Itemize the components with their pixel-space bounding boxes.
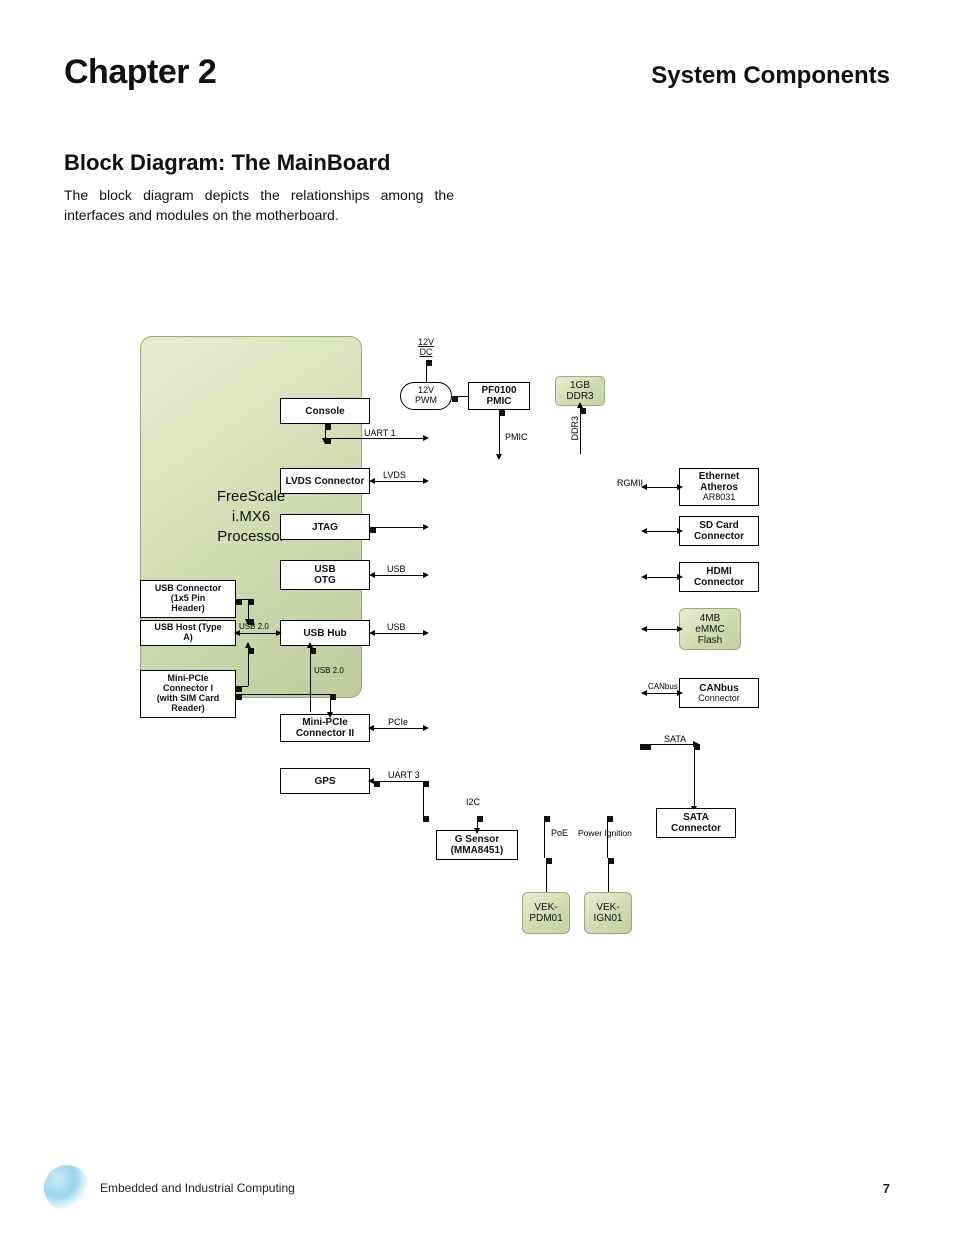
arrow-sata-h [645, 744, 693, 745]
arrow-sata-down [694, 744, 695, 806]
arrow-pcie [374, 728, 423, 729]
block-sd-connector: SD Card Connector [679, 516, 759, 546]
arrow-usbhost-hub [240, 633, 276, 634]
block-usb-otg: USB OTG [280, 560, 370, 590]
label-lvds: LVDS [383, 470, 406, 480]
arrow-poe-stub [544, 816, 545, 858]
label-rgmii: RGMII [617, 478, 643, 488]
block-gps: GPS [280, 768, 370, 794]
arrow-proc-to-uart3 [423, 781, 424, 816]
arrow-mpcie1-right [236, 694, 330, 695]
chapter-subtitle: System Components [651, 62, 890, 90]
block-g-sensor: G Sensor (MMA8451) [436, 830, 518, 860]
block-usb-connector-header: USB Connector (1x5 Pin Header) [140, 580, 236, 618]
label-ddr3: DDR3 [570, 416, 580, 441]
arrow-pwm-pmic [452, 396, 468, 397]
label-uart3: UART 3 [388, 770, 420, 780]
arrow-mpcie1-up-h [236, 686, 248, 687]
arrow-i2c [477, 816, 478, 828]
arrow-gps [374, 781, 423, 782]
block-vek-pdm01: VEK- PDM01 [522, 892, 570, 934]
canbus-name: CANbus [699, 683, 738, 694]
block-diagram: FreeScale i.MX6 Processor 12V DC 12V PWM… [140, 336, 800, 996]
label-sata: SATA [664, 734, 686, 744]
arrow-ddr3-proc [580, 408, 581, 454]
eth-name: Ethernet Atheros [699, 471, 740, 493]
label-uart1: UART 1 [364, 428, 396, 438]
block-usb-hub: USB Hub [280, 620, 370, 646]
block-sata-connector: SATA Connector [656, 808, 736, 838]
arrow-usb-otg [375, 575, 423, 576]
label-poe: PoE [551, 828, 568, 838]
page: Chapter 2 System Components Block Diagra… [0, 0, 954, 1235]
block-emmc: 4MB eMMC Flash [679, 608, 741, 650]
arrow-vek-pdm [546, 858, 547, 892]
arrow-emmc [647, 629, 677, 630]
arrow-12vdc-pwm [426, 360, 427, 382]
arrow-usbhdr-down-v [248, 599, 249, 619]
arrow-console-uart1-v [325, 424, 326, 438]
canbus-sub: Connector [698, 694, 740, 704]
label-usb20-a: USB 2.0 [239, 622, 269, 631]
label-i2c: I2C [466, 797, 480, 807]
arrow-uart1-proc [325, 438, 423, 439]
arrow-hdmi [647, 577, 677, 578]
block-hdmi-connector: HDMI Connector [679, 562, 759, 592]
label-pmic: PMIC [505, 432, 528, 442]
block-usb-host-typea: USB Host (Type A) [140, 620, 236, 646]
label-canbus: CANbus [648, 682, 678, 691]
footer-logo-icon [44, 1165, 90, 1211]
footer-page-number: 7 [883, 1181, 890, 1196]
arrow-canbus [647, 693, 677, 694]
header: Chapter 2 System Components [64, 36, 890, 92]
arrow-lvds [375, 481, 423, 482]
arrow-sd [647, 531, 677, 532]
arrow-vek-ign [608, 858, 609, 892]
block-jtag: JTAG [280, 514, 370, 540]
arrow-usbhdr-down-h [236, 599, 248, 600]
block-canbus-connector: CANbus Connector [679, 678, 759, 708]
arrow-mpcie1-right-down [330, 694, 331, 712]
block-pmic: PF0100 PMIC [468, 382, 530, 410]
chapter-title: Chapter 2 [64, 53, 216, 92]
label-pwrign: Power Ignition [578, 828, 632, 838]
footer-left: Embedded and Industrial Computing [44, 1165, 295, 1211]
arrow-rgmii [647, 487, 677, 488]
arrow-pmic-proc [499, 410, 500, 454]
section-title: Block Diagram: The MainBoard [64, 150, 890, 176]
block-12v-pwm: 12V PWM [400, 382, 452, 410]
label-pcie: PCIe [388, 717, 408, 727]
footer-text: Embedded and Industrial Computing [100, 1181, 295, 1195]
block-lvds-connector: LVDS Connector [280, 468, 370, 494]
block-12v-dc: 12V DC [407, 336, 445, 360]
block-vek-ign01: VEK- IGN01 [584, 892, 632, 934]
block-ethernet: Ethernet Atheros AR8031 [679, 468, 759, 506]
label-usb: USB [387, 564, 406, 574]
body-text: The block diagram depicts the relationsh… [64, 186, 454, 225]
block-mini-pcie-1: Mini-PCIe Connector I (with SIM Card Rea… [140, 670, 236, 718]
arrow-mpcie2-up [310, 648, 311, 712]
arrow-mpcie1-up [248, 648, 249, 686]
label-usb20-b: USB 2.0 [314, 666, 344, 675]
arrow-jtag [370, 527, 423, 528]
block-mini-pcie-2: Mini-PCIe Connector II [280, 714, 370, 742]
eth-sub: AR8031 [703, 493, 736, 503]
footer: Embedded and Industrial Computing 7 [44, 1165, 890, 1211]
arrow-usb-hub [375, 633, 423, 634]
label-usb2: USB [387, 622, 406, 632]
block-console: Console [280, 398, 370, 424]
